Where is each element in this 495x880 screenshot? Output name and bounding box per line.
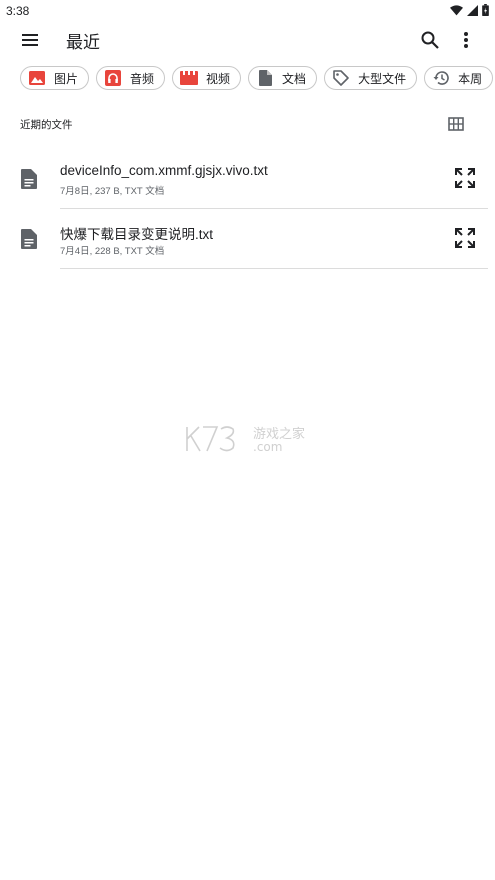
chip-label: 大型文件 <box>358 71 407 86</box>
chip-label: 文档 <box>282 71 307 86</box>
chip-video[interactable]: 视频 <box>172 66 242 90</box>
app-bar: 最近 <box>0 22 495 58</box>
file-meta: 7月4日, 228 B, TXT 文档 <box>60 246 165 257</box>
file-row[interactable]: deviceInfo_com.xmmf.gjsjx.vivo.txt 7月8日,… <box>0 150 495 210</box>
file-name: 快爆下载目录变更说明.txt <box>60 227 214 242</box>
more-vert-icon <box>464 32 468 48</box>
hamburger-menu-icon <box>22 34 38 46</box>
fullscreen-icon <box>455 228 475 248</box>
battery-icon <box>482 4 489 16</box>
wifi-icon <box>450 4 463 15</box>
more-options-button[interactable] <box>456 28 476 52</box>
expand-preview-button[interactable] <box>454 167 476 189</box>
section-title: 近期的文件 <box>20 119 73 131</box>
image-icon <box>28 69 46 87</box>
video-clapper-icon <box>180 69 199 87</box>
tag-icon <box>332 69 350 87</box>
fullscreen-icon <box>455 168 475 188</box>
search-button[interactable] <box>418 28 442 52</box>
chip-label: 本周 <box>458 71 483 86</box>
menu-button[interactable] <box>18 28 42 52</box>
search-icon <box>421 31 439 49</box>
file-row[interactable]: 快爆下载目录变更说明.txt 7月4日, 228 B, TXT 文档 <box>0 210 495 270</box>
svg-text:.com: .com <box>253 440 282 454</box>
history-icon <box>432 69 450 87</box>
chip-large-files[interactable]: 大型文件 <box>324 66 418 90</box>
chip-audio[interactable]: 音频 <box>96 66 166 90</box>
status-bar: 3:38 <box>0 0 495 22</box>
status-icons <box>450 4 489 16</box>
divider <box>60 208 488 209</box>
chip-images[interactable]: 图片 <box>20 66 90 90</box>
chip-label: 图片 <box>54 71 79 86</box>
grid-view-button[interactable] <box>447 115 465 133</box>
signal-icon <box>467 4 478 16</box>
chip-label: 音频 <box>130 71 155 86</box>
divider <box>60 268 488 269</box>
chip-documents[interactable]: 文档 <box>248 66 318 90</box>
expand-preview-button[interactable] <box>454 227 476 249</box>
chip-this-week[interactable]: 本周 <box>424 66 494 90</box>
text-file-icon <box>20 228 40 252</box>
watermark-logo: 游戏之家 .com <box>185 423 315 455</box>
chip-label: 视频 <box>206 71 231 86</box>
headphones-icon <box>104 69 122 87</box>
grid-view-icon <box>448 117 464 131</box>
page-title: 最近 <box>66 33 100 52</box>
file-name: deviceInfo_com.xmmf.gjsjx.vivo.txt <box>60 163 268 178</box>
status-time: 3:38 <box>6 4 30 18</box>
file-meta: 7月8日, 237 B, TXT 文档 <box>60 186 165 197</box>
text-file-icon <box>20 168 40 192</box>
filter-chips: 图片 音频 视频 文档 大型文件 本周 <box>20 66 494 90</box>
document-icon <box>256 69 274 87</box>
